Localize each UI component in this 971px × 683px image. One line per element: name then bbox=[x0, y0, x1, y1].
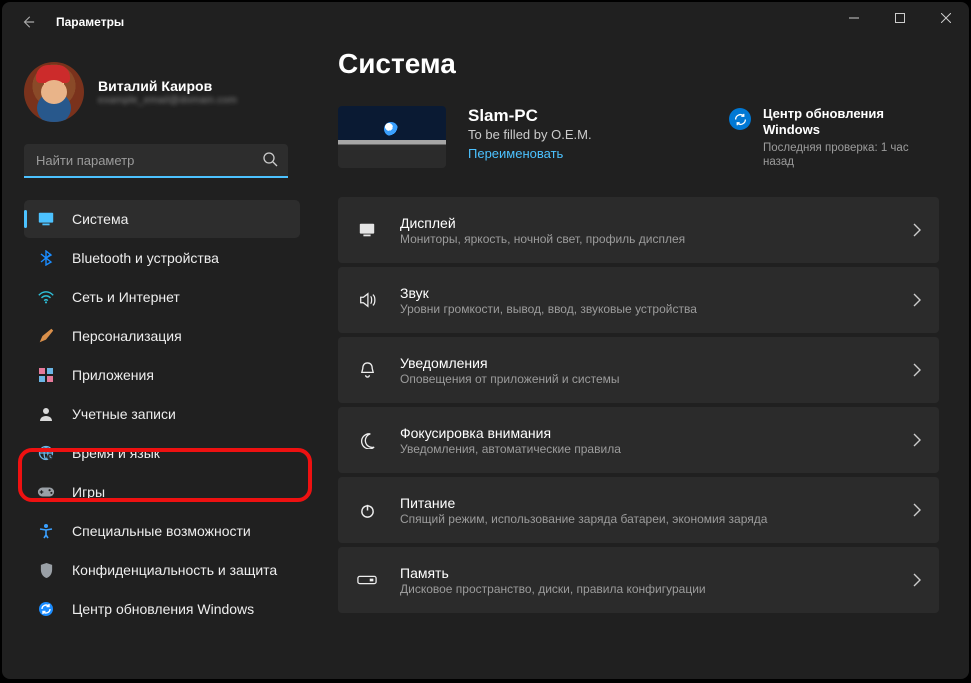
sidebar-item-system[interactable]: Система bbox=[24, 200, 300, 238]
card-notif[interactable]: Уведомления Оповещения от приложений и с… bbox=[338, 337, 939, 403]
sidebar-item-network[interactable]: Сеть и Интернет bbox=[24, 278, 300, 316]
user-email: example_email@domain.com bbox=[98, 95, 237, 106]
back-button[interactable] bbox=[18, 12, 38, 32]
nav-list: Система Bluetooth и устройства Сеть и Инте… bbox=[24, 200, 300, 628]
card-title: Питание bbox=[400, 495, 902, 511]
settings-window: Параметры Виталий Каиров example_email@d… bbox=[2, 2, 969, 679]
shield-icon bbox=[36, 560, 56, 580]
window-controls bbox=[831, 2, 969, 34]
sidebar-item-accessibility[interactable]: Специальные возможности bbox=[24, 512, 300, 550]
storage-icon bbox=[356, 569, 378, 591]
sidebar-item-apps[interactable]: Приложения bbox=[24, 356, 300, 394]
card-subtitle: Мониторы, яркость, ночной свет, профиль … bbox=[400, 232, 902, 246]
bluetooth-icon bbox=[36, 248, 56, 268]
update-title: Центр обновления Windows bbox=[763, 106, 939, 139]
sidebar-item-label: Система bbox=[72, 211, 128, 227]
user-name: Виталий Каиров bbox=[98, 78, 237, 94]
main-pane: Система Slam-PC To be filled by O.E.M. П… bbox=[310, 42, 969, 679]
device-thumbnail bbox=[338, 106, 446, 168]
sidebar-item-label: Приложения bbox=[72, 367, 154, 383]
sidebar-item-label: Центр обновления Windows bbox=[72, 601, 254, 617]
card-title: Память bbox=[400, 565, 902, 581]
monitor-icon bbox=[36, 209, 56, 229]
arrow-left-icon bbox=[21, 15, 35, 29]
device-name: Slam-PC bbox=[468, 106, 592, 126]
access-icon bbox=[36, 521, 56, 541]
sidebar-item-label: Сеть и Интернет bbox=[72, 289, 180, 305]
sidebar-item-update[interactable]: Центр обновления Windows bbox=[24, 590, 300, 628]
gamepad-icon bbox=[36, 482, 56, 502]
sidebar-item-privacy[interactable]: Конфиденциальность и защита bbox=[24, 551, 300, 589]
sidebar-item-label: Учетные записи bbox=[72, 406, 176, 422]
sync-icon bbox=[729, 108, 751, 130]
chevron-right-icon bbox=[912, 573, 921, 587]
card-focus[interactable]: Фокусировка внимания Уведомления, автома… bbox=[338, 407, 939, 473]
power-icon bbox=[356, 499, 378, 521]
maximize-button[interactable] bbox=[877, 2, 923, 34]
sidebar-item-personalize[interactable]: Персонализация bbox=[24, 317, 300, 355]
card-subtitle: Спящий режим, использование заряда батар… bbox=[400, 512, 902, 526]
person-icon bbox=[36, 404, 56, 424]
sidebar-item-label: Конфиденциальность и защита bbox=[72, 562, 277, 578]
sound-icon bbox=[356, 289, 378, 311]
chevron-right-icon bbox=[912, 433, 921, 447]
minimize-button[interactable] bbox=[831, 2, 877, 34]
titlebar: Параметры bbox=[2, 2, 969, 42]
card-title: Звук bbox=[400, 285, 902, 301]
card-title: Фокусировка внимания bbox=[400, 425, 902, 441]
card-storage[interactable]: Память Дисковое пространство, диски, пра… bbox=[338, 547, 939, 613]
brush-icon bbox=[36, 326, 56, 346]
update-subtitle: Последняя проверка: 1 час назад bbox=[763, 141, 939, 170]
search-box bbox=[24, 144, 288, 178]
sidebar-item-gaming[interactable]: Игры bbox=[24, 473, 300, 511]
globe-icon bbox=[36, 443, 56, 463]
page-title: Система bbox=[338, 48, 939, 80]
close-button[interactable] bbox=[923, 2, 969, 34]
wifi-icon bbox=[36, 287, 56, 307]
user-block[interactable]: Виталий Каиров example_email@domain.com bbox=[24, 62, 300, 122]
window-title: Параметры bbox=[56, 15, 124, 29]
card-title: Дисплей bbox=[400, 215, 902, 231]
chevron-right-icon bbox=[912, 503, 921, 517]
card-subtitle: Уровни громкости, вывод, ввод, звуковые … bbox=[400, 302, 902, 316]
sidebar-item-time[interactable]: Время и язык bbox=[24, 434, 300, 472]
sidebar-item-label: Специальные возможности bbox=[72, 523, 251, 539]
settings-card-list: Дисплей Мониторы, яркость, ночной свет, … bbox=[338, 197, 939, 613]
card-subtitle: Уведомления, автоматические правила bbox=[400, 442, 902, 456]
sidebar-item-label: Bluetooth и устройства bbox=[72, 250, 219, 266]
sidebar-item-label: Игры bbox=[72, 484, 105, 500]
sidebar-item-label: Время и язык bbox=[72, 445, 160, 461]
search-icon bbox=[262, 151, 278, 167]
sidebar-item-label: Персонализация bbox=[72, 328, 182, 344]
card-display[interactable]: Дисплей Мониторы, яркость, ночной свет, … bbox=[338, 197, 939, 263]
search-input[interactable] bbox=[24, 144, 288, 178]
apps-icon bbox=[36, 365, 56, 385]
card-title: Уведомления bbox=[400, 355, 902, 371]
maximize-icon bbox=[895, 13, 905, 23]
device-row: Slam-PC To be filled by O.E.M. Переимено… bbox=[338, 106, 939, 169]
card-subtitle: Оповещения от приложений и системы bbox=[400, 372, 902, 386]
sidebar-item-accounts[interactable]: Учетные записи bbox=[24, 395, 300, 433]
chevron-right-icon bbox=[912, 293, 921, 307]
moon-icon bbox=[356, 429, 378, 451]
bell-icon bbox=[356, 359, 378, 381]
device-subtitle: To be filled by O.E.M. bbox=[468, 127, 592, 142]
close-icon bbox=[941, 13, 951, 23]
monitor-icon bbox=[356, 219, 378, 241]
sidebar: Виталий Каиров example_email@domain.com … bbox=[2, 42, 310, 679]
card-sound[interactable]: Звук Уровни громкости, вывод, ввод, звук… bbox=[338, 267, 939, 333]
rename-link[interactable]: Переименовать bbox=[468, 146, 592, 161]
avatar bbox=[24, 62, 84, 122]
sidebar-item-bluetooth[interactable]: Bluetooth и устройства bbox=[24, 239, 300, 277]
card-subtitle: Дисковое пространство, диски, правила ко… bbox=[400, 582, 902, 596]
chevron-right-icon bbox=[912, 363, 921, 377]
sync-icon bbox=[36, 599, 56, 619]
card-power[interactable]: Питание Спящий режим, использование заря… bbox=[338, 477, 939, 543]
chevron-right-icon bbox=[912, 223, 921, 237]
windows-update-block[interactable]: Центр обновления Windows Последняя прове… bbox=[729, 106, 939, 169]
minimize-icon bbox=[849, 13, 859, 23]
